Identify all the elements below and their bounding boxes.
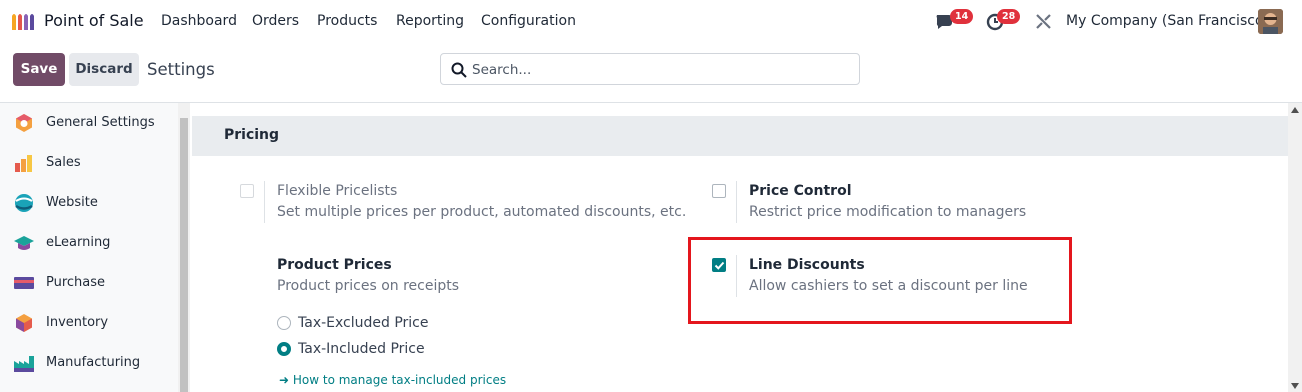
section-title: Pricing: [224, 127, 280, 143]
activities-badge: 28: [997, 9, 1021, 24]
inventory-icon: [16, 314, 32, 332]
breadcrumb: Settings: [147, 60, 215, 79]
manufacturing-icon: [14, 356, 34, 372]
settings-sidebar: General Settings Sales Website eLearning…: [0, 103, 178, 392]
company-switcher[interactable]: My Company (San Francisco): [1066, 13, 1269, 29]
top-navbar: Point of Sale Dashboard Orders Products …: [0, 0, 1302, 43]
product-prices-desc: Product prices on receipts: [277, 278, 460, 294]
purchase-icon: [14, 277, 34, 289]
tax-help-link[interactable]: ➜ How to manage tax-included prices: [279, 373, 506, 387]
tax-excluded-radio[interactable]: [277, 316, 291, 330]
menu-dashboard[interactable]: Dashboard: [161, 13, 237, 29]
tax-help-link-label[interactable]: How to manage tax-included prices: [293, 373, 506, 387]
sales-icon: [15, 155, 32, 172]
debug-tools-icon[interactable]: [1033, 11, 1055, 31]
elearning-icon: [14, 236, 34, 250]
menu-reporting[interactable]: Reporting: [396, 13, 464, 29]
tax-included-radio[interactable]: [277, 342, 291, 356]
arrow-right-icon: ➜: [279, 373, 290, 387]
pricing-section-header: Pricing: [192, 116, 1288, 156]
sidebar-item-inventory[interactable]: Inventory: [0, 303, 178, 343]
sidebar-item-general-settings[interactable]: General Settings: [0, 103, 178, 143]
price-control-checkbox[interactable]: [712, 184, 726, 198]
tax-excluded-label[interactable]: Tax-Excluded Price: [298, 315, 428, 331]
scroll-up-arrow-icon[interactable]: [1291, 107, 1299, 113]
avatar-image-icon: [1258, 9, 1283, 34]
scroll-down-arrow-icon[interactable]: [1291, 383, 1299, 389]
main-scrollbar[interactable]: [1288, 103, 1302, 392]
sidebar-scrollbar-thumb[interactable]: [180, 118, 188, 392]
flexible-pricelists-desc: Set multiple prices per product, automat…: [277, 204, 687, 220]
sidebar-item-sales[interactable]: Sales: [0, 143, 178, 183]
app-name[interactable]: Point of Sale: [44, 11, 144, 30]
sidebar-item-label: Website: [46, 195, 98, 210]
search-icon: [451, 62, 467, 78]
price-control-title: Price Control: [749, 183, 852, 199]
flexible-pricelists-title: Flexible Pricelists: [277, 183, 398, 199]
website-icon: [15, 194, 33, 212]
sidebar-item-manufacturing[interactable]: Manufacturing: [0, 343, 178, 383]
flexible-pricelists-checkbox[interactable]: [240, 184, 254, 198]
product-prices-title: Product Prices: [277, 257, 392, 273]
search-box[interactable]: [440, 53, 860, 85]
menu-configuration[interactable]: Configuration: [481, 13, 576, 29]
option-divider: [264, 181, 265, 223]
sidebar-item-elearning[interactable]: eLearning: [0, 223, 178, 263]
price-control-desc: Restrict price modification to managers: [749, 204, 1027, 220]
menu-products[interactable]: Products: [317, 13, 377, 29]
save-button[interactable]: Save: [13, 53, 65, 86]
sidebar-item-purchase[interactable]: Purchase: [0, 263, 178, 303]
highlight-annotation-box: [688, 237, 1072, 324]
user-avatar[interactable]: [1258, 9, 1283, 34]
pos-app-icon[interactable]: [10, 12, 36, 30]
general-settings-icon: [16, 114, 32, 132]
search-input[interactable]: [472, 60, 852, 80]
sidebar-item-label: eLearning: [46, 235, 111, 250]
discard-button[interactable]: Discard: [69, 53, 139, 86]
sidebar-item-label: Sales: [46, 155, 81, 170]
messages-badge: 14: [950, 9, 974, 24]
sidebar-item-label: Inventory: [46, 315, 109, 330]
sidebar-item-label: Purchase: [46, 275, 106, 290]
sidebar-item-website[interactable]: Website: [0, 183, 178, 223]
sidebar-item-label: Manufacturing: [46, 355, 141, 370]
option-divider: [736, 181, 737, 223]
tax-included-label[interactable]: Tax-Included Price: [298, 341, 425, 357]
menu-orders[interactable]: Orders: [252, 13, 299, 29]
sidebar-item-label: General Settings: [46, 115, 155, 130]
